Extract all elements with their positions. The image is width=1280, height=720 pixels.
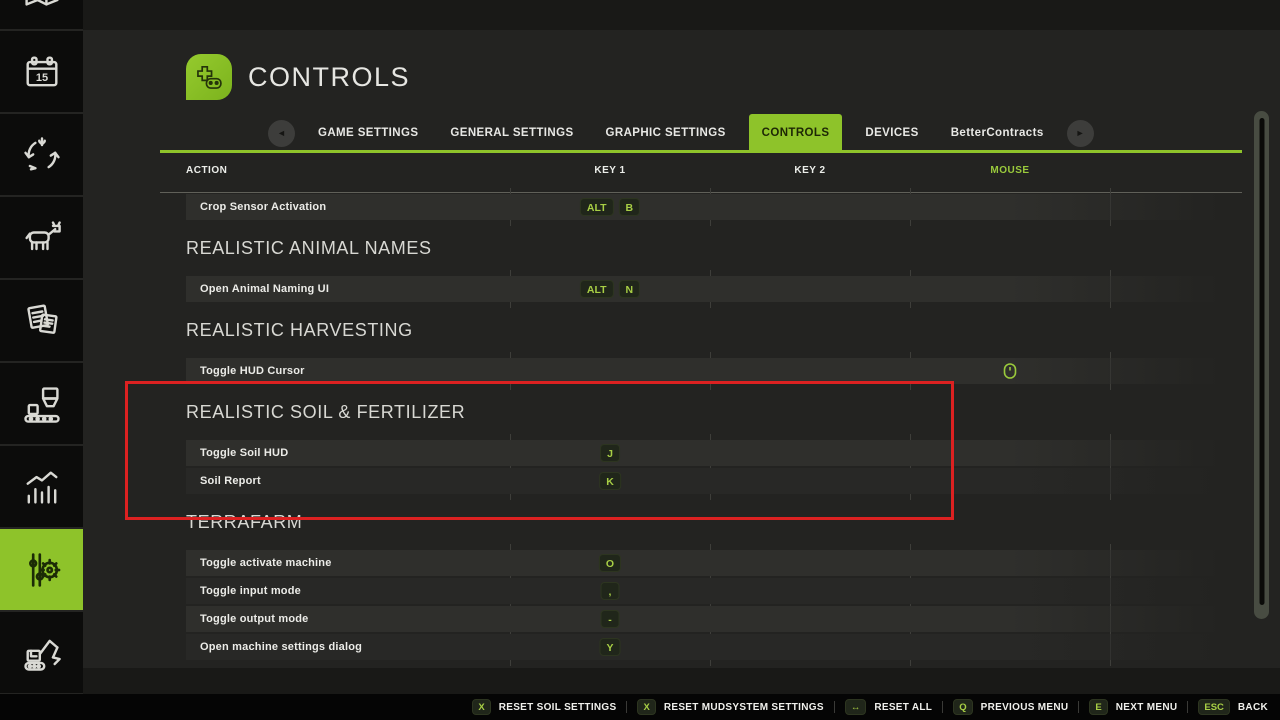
scrollbar-track-slot	[1259, 118, 1264, 605]
tab-general-settings[interactable]: GENERAL SETTINGS	[441, 114, 582, 152]
hint-label: RESET MUDSYSTEM SETTINGS	[664, 702, 824, 713]
action-label: Toggle HUD Cursor	[200, 365, 305, 377]
hint-separator	[942, 701, 943, 713]
section-rows: Open Animal Naming UI ALT N	[160, 275, 1242, 303]
key-badge: B	[619, 198, 641, 216]
svg-text:15: 15	[35, 71, 47, 83]
key-badge: -	[601, 610, 620, 628]
hint-key-badge: ↔	[845, 699, 867, 715]
row-stripe	[186, 194, 1242, 220]
column-header-action: ACTION	[186, 165, 227, 176]
keybind-row[interactable]: Toggle input mode,	[160, 577, 1242, 605]
sidebar-item-economy-cycle[interactable]	[0, 114, 83, 197]
key-badge: ,	[601, 582, 620, 600]
key1-binding[interactable]: ,	[601, 582, 620, 600]
key1-binding[interactable]: O	[599, 554, 621, 572]
keybind-row[interactable]: Crop Sensor Activation ALT B	[160, 193, 1242, 221]
keybind-row[interactable]: Open machine settings dialog Y	[160, 633, 1242, 661]
tab-bar: ◄ GAME SETTINGS GENERAL SETTINGS GRAPHIC SE…	[268, 114, 1094, 152]
hint-key-badge: X	[637, 699, 655, 715]
column-header-mouse: MOUSE	[990, 165, 1029, 176]
hint-reset-soil-settings[interactable]: X RESET SOIL SETTINGS	[472, 699, 616, 715]
tab-game-settings[interactable]: GAME SETTINGS	[309, 114, 427, 152]
hint-separator	[834, 701, 835, 713]
section-heading: REALISTIC ANIMAL NAMES	[160, 221, 1242, 275]
sidebar-item-production[interactable]	[0, 363, 83, 446]
page-header: CONTROLS	[186, 54, 410, 100]
row-stripe	[186, 276, 1242, 302]
action-label: Toggle input mode	[200, 585, 301, 597]
section-heading-label: REALISTIC HARVESTING	[186, 320, 413, 341]
key1-binding[interactable]: ALT B	[580, 198, 640, 216]
keybind-row[interactable]: Toggle activate machine O	[160, 549, 1242, 577]
key1-binding[interactable]: Y	[599, 638, 620, 656]
hint-next-menu[interactable]: E NEXT MENU	[1089, 699, 1177, 715]
tab-bettercontracts[interactable]: BetterContracts	[942, 114, 1053, 152]
vertical-scrollbar[interactable]	[1254, 111, 1269, 619]
keybind-row[interactable]: Open Animal Naming UI ALT N	[160, 275, 1242, 303]
section-rows: Crop Sensor Activation ALT B	[160, 193, 1242, 221]
tab-underline	[160, 150, 1242, 153]
key1-binding[interactable]: -	[601, 610, 620, 628]
action-label: Open machine settings dialog	[200, 641, 362, 653]
sidebar-item-contracts[interactable]	[0, 280, 83, 363]
hint-previous-menu[interactable]: Q PREVIOUS MENU	[953, 699, 1068, 715]
table-header-row: ACTION KEY 1 KEY 2 MOUSE	[160, 156, 1242, 193]
active-tab-notch	[82, 559, 83, 581]
sidebar-item-animals[interactable]	[0, 197, 83, 280]
hint-key-badge: Q	[953, 699, 972, 715]
key-badge: Y	[599, 638, 620, 656]
sidebar-item-construction[interactable]	[0, 612, 83, 695]
hint-key-badge: ESC	[1198, 699, 1230, 715]
sidebar-item-calendar[interactable]: 15	[0, 31, 83, 114]
bottom-hint-bar: X RESET SOIL SETTINGS X RESET MUDSYSTEM SET…	[0, 694, 1280, 720]
key-badge: N	[619, 280, 641, 298]
hint-separator	[1187, 701, 1188, 713]
page-title: CONTROLS	[248, 62, 410, 93]
sidebar-item-settings[interactable]	[0, 529, 83, 612]
section-heading-label: REALISTIC ANIMAL NAMES	[186, 238, 432, 259]
action-label: Toggle output mode	[200, 613, 309, 625]
column-header-key1: KEY 1	[594, 165, 625, 176]
controls-settings-screen: 15 CONTROLS ◄ GAME SETTINGS GENERAL SETTIN…	[0, 0, 1280, 720]
hint-back[interactable]: ESC BACK	[1198, 699, 1268, 715]
sidebar-item-map[interactable]	[0, 0, 83, 31]
tabs-prev-arrow[interactable]: ◄	[268, 120, 295, 147]
action-label: Toggle activate machine	[200, 557, 332, 569]
row-stripe	[186, 550, 1242, 576]
annotation-highlight-rectangle	[125, 381, 954, 520]
sidebar: 15	[0, 0, 83, 695]
row-stripe	[186, 578, 1242, 604]
keybind-row[interactable]: Toggle output mode -	[160, 605, 1242, 633]
hint-label: RESET ALL	[874, 702, 932, 713]
key1-binding[interactable]: ALT N	[580, 280, 640, 298]
gamepad-icon	[186, 54, 232, 100]
hint-reset-all[interactable]: ↔ RESET ALL	[845, 699, 932, 715]
mouse-binding-icon[interactable]	[1004, 363, 1017, 379]
tab-controls[interactable]: CONTROLS	[749, 114, 843, 152]
hint-label: PREVIOUS MENU	[981, 702, 1069, 713]
hint-separator	[626, 701, 627, 713]
column-header-key2: KEY 2	[794, 165, 825, 176]
tabs-next-arrow[interactable]: ►	[1067, 120, 1094, 147]
hint-label: RESET SOIL SETTINGS	[499, 702, 617, 713]
key-badge: ALT	[580, 198, 614, 216]
hint-reset-mudsystem-settings[interactable]: X RESET MUDSYSTEM SETTINGS	[637, 699, 823, 715]
hint-label: BACK	[1238, 702, 1268, 713]
tab-devices[interactable]: DEVICES	[856, 114, 927, 152]
section-rows: Toggle activate machine O Toggle input mod…	[160, 549, 1242, 661]
hint-label: NEXT MENU	[1116, 702, 1178, 713]
hint-key-badge: X	[472, 699, 490, 715]
key-badge: ALT	[580, 280, 614, 298]
section-heading: REALISTIC HARVESTING	[160, 303, 1242, 357]
row-stripe	[186, 606, 1242, 632]
sidebar-item-statistics[interactable]	[0, 446, 83, 529]
action-label: Crop Sensor Activation	[200, 201, 326, 213]
key-badge: O	[599, 554, 621, 572]
action-label: Open Animal Naming UI	[200, 283, 329, 295]
hint-key-badge: E	[1089, 699, 1107, 715]
tab-graphic-settings[interactable]: GRAPHIC SETTINGS	[597, 114, 735, 152]
hint-separator	[1078, 701, 1079, 713]
